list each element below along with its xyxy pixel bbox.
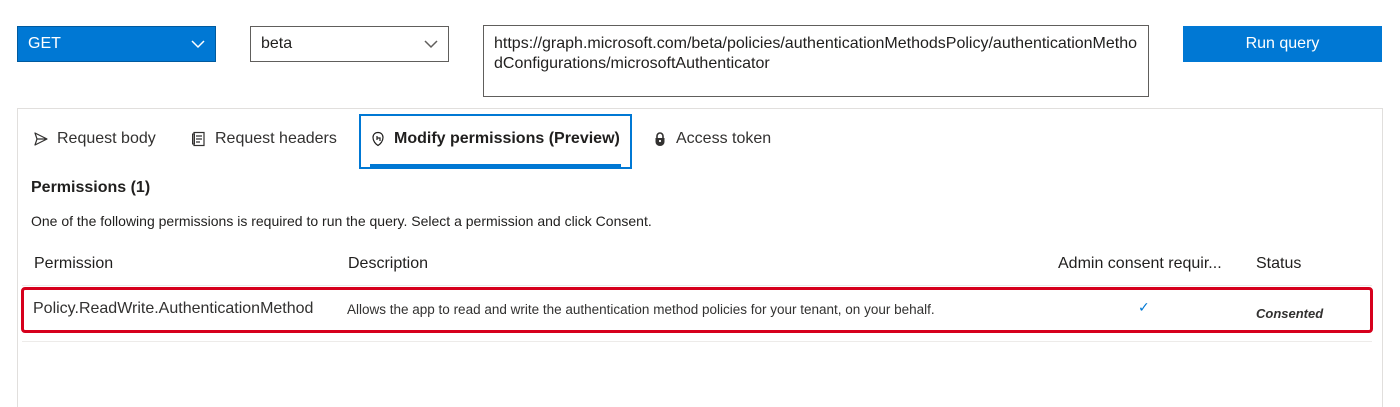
url-input[interactable]: https://graph.microsoft.com/beta/policie… — [483, 25, 1149, 97]
tab-label: Request headers — [215, 130, 337, 147]
response-panel: Request body Request headers Modify perm… — [17, 108, 1383, 407]
tab-access-token[interactable]: Access token — [652, 125, 771, 153]
row-divider — [22, 341, 1372, 342]
document-icon — [192, 131, 205, 147]
run-query-button[interactable]: Run query — [1183, 26, 1382, 62]
column-header-admin-consent[interactable]: Admin consent requir... — [1058, 255, 1222, 273]
permissions-title: Permissions (1) — [31, 179, 151, 196]
tab-modify-permissions[interactable]: Modify permissions (Preview) — [370, 125, 620, 153]
version-value: beta — [261, 35, 293, 52]
tab-bar: Request body Request headers Modify perm… — [18, 109, 1382, 169]
send-icon — [34, 132, 48, 146]
run-query-label: Run query — [1245, 35, 1320, 52]
tab-request-headers[interactable]: Request headers — [191, 125, 337, 153]
method-value: GET — [28, 35, 61, 52]
active-tab-indicator — [370, 164, 621, 167]
tab-label: Access token — [676, 130, 772, 147]
chevron-down-icon — [424, 40, 438, 49]
lock-icon — [655, 132, 665, 146]
column-header-permission[interactable]: Permission — [34, 255, 113, 273]
tab-request-body[interactable]: Request body — [33, 125, 156, 153]
column-header-description[interactable]: Description — [348, 255, 428, 273]
version-select[interactable]: beta — [250, 26, 449, 62]
selection-highlight — [21, 287, 1373, 333]
shield-hand-icon — [372, 131, 384, 147]
method-select[interactable]: GET — [17, 26, 216, 62]
row-divider — [22, 285, 1372, 286]
tab-label: Modify permissions (Preview) — [394, 130, 620, 147]
permissions-instructions: One of the following permissions is requ… — [31, 213, 652, 229]
column-header-status[interactable]: Status — [1256, 255, 1301, 273]
chevron-down-icon — [191, 40, 205, 49]
tab-label: Request body — [57, 130, 156, 147]
